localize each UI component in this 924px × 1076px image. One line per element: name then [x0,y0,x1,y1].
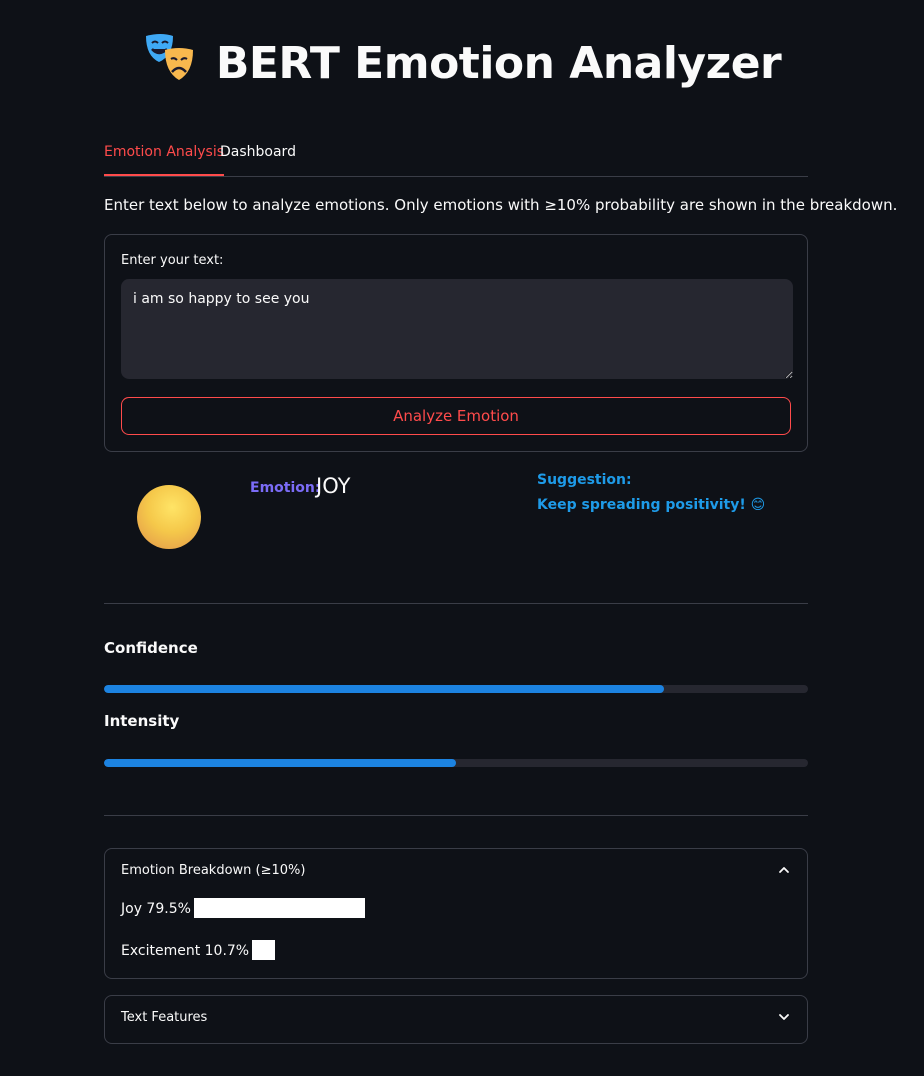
intensity-bar-fill [104,759,456,767]
theater-masks-icon [143,30,197,84]
divider [104,603,808,604]
page-title: BERT Emotion Analyzer [215,37,782,89]
breakdown-bar [193,898,365,918]
intro-text: Enter text below to analyze emotions. On… [104,196,898,214]
chevron-down-icon[interactable] [777,1010,791,1024]
breakdown-label: Joy 79.5% [121,901,191,917]
intensity-bar [104,759,808,767]
emotion-breakdown-title[interactable]: Emotion Breakdown (≥10%) [121,863,305,878]
breakdown-row: Excitement 10.7% [121,940,276,961]
app-header: BERT Emotion Analyzer [0,34,924,90]
confidence-label: Confidence [104,639,198,657]
confidence-bar [104,685,808,693]
tab-dashboard[interactable]: Dashboard [220,144,296,160]
emotion-value: JOY [316,474,351,498]
analysis-form: Enter your text: Analyze Emotion [104,234,808,452]
intensity-label: Intensity [104,712,180,730]
divider [104,815,808,816]
suggestion-label: Suggestion: [537,472,632,488]
suggestion-text: Keep spreading positivity! 😊 [537,497,766,513]
analyze-emotion-button[interactable]: Analyze Emotion [121,397,791,435]
chevron-up-icon[interactable] [777,863,791,877]
text-features-title[interactable]: Text Features [121,1010,207,1025]
emotion-breakdown-expander[interactable]: Emotion Breakdown (≥10%) Joy 79.5% Excit… [104,848,808,979]
text-input-label: Enter your text: [121,253,224,268]
emotion-orb [137,485,201,549]
text-input[interactable] [121,279,793,379]
tab-emotion-analysis[interactable]: Emotion Analysis [104,144,224,176]
confidence-bar-fill [104,685,664,693]
tab-bar: Emotion Analysis Dashboard [104,138,808,177]
emotion-label: Emotion: [250,480,321,496]
breakdown-label: Excitement 10.7% [121,943,250,959]
breakdown-row: Joy 79.5% [121,898,365,919]
breakdown-bar [252,940,276,960]
text-features-expander[interactable]: Text Features [104,995,808,1044]
